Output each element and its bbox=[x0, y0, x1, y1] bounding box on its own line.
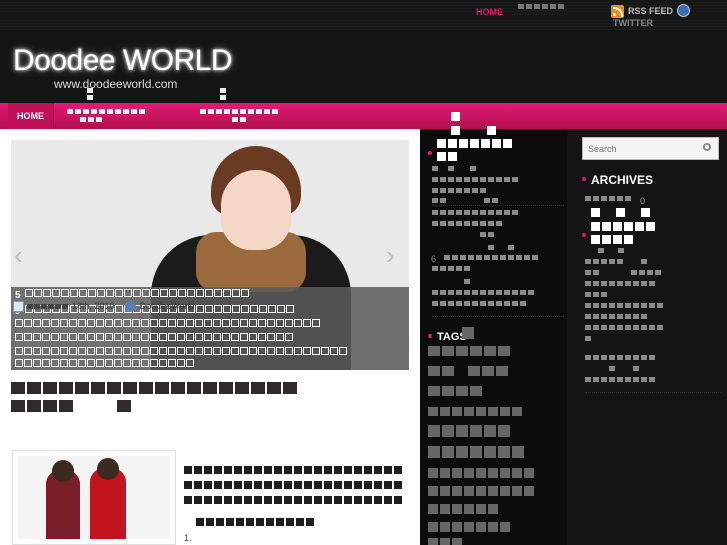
bullet-icon bbox=[428, 334, 432, 338]
post-date: 18th, 2010 bbox=[72, 301, 115, 311]
widget-title-glyph bbox=[451, 126, 496, 135]
sidebar-link[interactable] bbox=[585, 270, 661, 275]
featured-slider[interactable]: ‹ › 5 5 bbox=[11, 140, 409, 370]
top-home-link[interactable]: HOME bbox=[476, 7, 503, 17]
tag-link[interactable] bbox=[428, 504, 498, 514]
tag-link[interactable] bbox=[428, 407, 522, 416]
post-meta: 18th, 2010 DoodeeWorld bbox=[13, 299, 194, 313]
widget-title-glyph bbox=[451, 112, 460, 121]
sidebar-link[interactable] bbox=[585, 325, 663, 330]
sidebar-link[interactable] bbox=[585, 336, 591, 341]
mid-list-item[interactable] bbox=[444, 255, 538, 260]
bullet-icon bbox=[428, 151, 432, 155]
bullet-icon bbox=[582, 177, 586, 181]
tag-link[interactable] bbox=[428, 538, 462, 545]
post-excerpt-line bbox=[196, 518, 314, 526]
mid-list-item[interactable] bbox=[432, 232, 494, 237]
caption-text-glyphs bbox=[15, 319, 320, 327]
twitter-icon[interactable] bbox=[677, 4, 690, 17]
widget-title-glyph bbox=[437, 152, 457, 161]
sidebar-link[interactable] bbox=[585, 281, 655, 286]
nav-home[interactable]: HOME bbox=[8, 103, 54, 129]
rss-icon[interactable] bbox=[611, 5, 624, 18]
tag-link[interactable] bbox=[428, 522, 510, 532]
post-excerpt-line bbox=[184, 496, 402, 504]
sidebar-link[interactable] bbox=[585, 377, 655, 382]
sidebar-link[interactable] bbox=[585, 355, 655, 360]
post-title[interactable] bbox=[11, 382, 297, 394]
mid-list-item[interactable] bbox=[432, 290, 534, 295]
mid-list-number: 6 bbox=[431, 254, 437, 264]
bullet-icon bbox=[582, 233, 586, 237]
caption-text-glyphs bbox=[15, 359, 194, 367]
search-input[interactable] bbox=[582, 137, 719, 160]
list-number: 1. bbox=[184, 533, 192, 543]
widget-title-glyph bbox=[591, 208, 650, 217]
mid-list-item[interactable] bbox=[432, 166, 476, 171]
archives-count: 0 bbox=[640, 196, 646, 206]
caption-title-glyphs bbox=[25, 289, 249, 297]
widget-title-glyph bbox=[591, 235, 633, 244]
caption-text-glyphs bbox=[15, 347, 347, 355]
mid-list-item[interactable] bbox=[432, 210, 518, 215]
calendar-icon bbox=[13, 300, 24, 312]
tag-link[interactable] bbox=[428, 386, 482, 396]
nav-item-sub bbox=[232, 117, 246, 122]
mid-list-item[interactable] bbox=[432, 198, 498, 203]
site-title[interactable]: Doodee WORLD bbox=[13, 44, 233, 78]
sidebar-link[interactable] bbox=[585, 314, 647, 319]
header-glyph bbox=[220, 88, 226, 100]
tag-link[interactable] bbox=[428, 425, 510, 437]
post-thumbnail[interactable] bbox=[12, 450, 176, 545]
mid-list-item[interactable] bbox=[432, 266, 470, 271]
archive-item[interactable] bbox=[585, 196, 631, 201]
main-content: ‹ › 5 5 bbox=[0, 129, 420, 545]
sidebar-link[interactable] bbox=[585, 292, 607, 297]
divider bbox=[432, 205, 564, 206]
nav-item[interactable] bbox=[200, 109, 278, 114]
tag-link[interactable] bbox=[428, 468, 534, 478]
archives-title: ARCHIVES bbox=[591, 173, 654, 187]
post-excerpt-line bbox=[184, 466, 402, 474]
tag-link[interactable] bbox=[428, 346, 510, 356]
top-menu-item[interactable] bbox=[518, 4, 564, 9]
sidebar-link[interactable] bbox=[585, 259, 647, 264]
slider-next-icon[interactable]: › bbox=[386, 240, 406, 270]
mid-list-item[interactable] bbox=[432, 188, 486, 193]
tag-link[interactable] bbox=[428, 446, 524, 458]
sidebar-link[interactable] bbox=[585, 303, 663, 308]
slider-prev-icon[interactable]: ‹ bbox=[14, 240, 34, 270]
widget-title bbox=[591, 222, 655, 231]
divider bbox=[585, 392, 721, 393]
post-title-line2[interactable] bbox=[11, 400, 131, 412]
mid-list-item[interactable] bbox=[432, 301, 526, 306]
mid-list-item[interactable] bbox=[432, 279, 470, 284]
nav-item[interactable] bbox=[67, 109, 145, 114]
tag-link[interactable] bbox=[428, 366, 508, 376]
main-nav: HOME bbox=[0, 103, 727, 129]
mid-list-item[interactable] bbox=[432, 177, 518, 182]
site-url: www.doodeeworld.com bbox=[54, 77, 178, 91]
widget-title bbox=[437, 139, 512, 148]
divider bbox=[432, 316, 564, 317]
sidebar-link[interactable] bbox=[585, 366, 639, 371]
rss-feed-link[interactable]: RSS FEED bbox=[628, 6, 673, 16]
mid-list-item[interactable] bbox=[432, 245, 514, 250]
sidebar-link[interactable] bbox=[598, 248, 624, 253]
header-glyph bbox=[87, 88, 93, 100]
user-icon bbox=[124, 300, 136, 312]
post-date-month bbox=[27, 303, 68, 309]
nav-item-sub bbox=[80, 117, 102, 122]
tag-glyph[interactable] bbox=[462, 327, 474, 339]
mid-list-item[interactable] bbox=[432, 221, 502, 226]
tag-link[interactable] bbox=[428, 486, 534, 496]
post-author-link[interactable]: DoodeeWorld bbox=[140, 301, 195, 311]
post-excerpt-line bbox=[184, 481, 402, 489]
search-icon[interactable] bbox=[703, 143, 711, 151]
caption-text-glyphs bbox=[15, 333, 293, 341]
twitter-link[interactable]: TWITTER bbox=[613, 18, 653, 28]
